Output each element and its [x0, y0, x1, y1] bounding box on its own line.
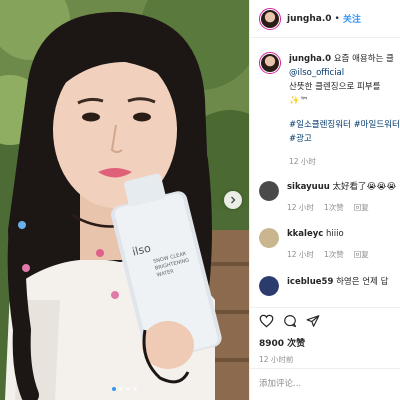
caption-username[interactable]: jungha.0: [289, 54, 331, 64]
comments-section: jungha.0 요즘 애용하는 클 @ilso_official 산뜻한 클렌…: [250, 52, 400, 169]
carousel-indicator: [0, 387, 249, 391]
commenter-avatar[interactable]: [259, 181, 279, 201]
commenter-avatar[interactable]: [259, 228, 279, 248]
comment-reply-button[interactable]: 回复: [354, 248, 369, 261]
comment-time: 12 小时: [287, 203, 314, 212]
like-count[interactable]: 8900 次赞: [259, 336, 391, 349]
comment-item: kkaleyc hiiio 12 小时 1次赞 回复: [259, 228, 369, 261]
commenter-avatar[interactable]: [259, 276, 279, 296]
comment-item: iceblue59 하영은 언제 답: [259, 276, 388, 296]
next-photo-button[interactable]: [224, 191, 242, 209]
chevron-right-icon: [231, 196, 236, 204]
post-header: jungha.0 • 关注: [250, 0, 400, 38]
caption-line-2: 산뜻한 클렌징으로 피부를: [289, 82, 381, 92]
photo-illustration: ilso SNOW CLEAR BRIGHTENING WATER: [0, 0, 249, 400]
commenter-username[interactable]: sikayuuu: [287, 182, 330, 192]
add-comment-input[interactable]: 添加评论...: [250, 368, 400, 397]
follow-button[interactable]: 关注: [343, 12, 361, 25]
caption-mention[interactable]: @ilso_official: [289, 66, 400, 80]
caption-hashtags[interactable]: #일소클렌징워터 #마일드워터 #광고: [289, 118, 400, 146]
carousel-dot: [133, 387, 137, 391]
comment-text: hiiio: [326, 229, 344, 239]
carousel-dot: [119, 387, 123, 391]
caption-avatar[interactable]: [259, 52, 281, 74]
author-username[interactable]: jungha.0: [287, 14, 332, 24]
post-photo[interactable]: ilso SNOW CLEAR BRIGHTENING WATER: [0, 0, 249, 400]
header-separator: •: [334, 13, 340, 24]
comment-likes[interactable]: 1次赞: [324, 248, 344, 261]
carousel-dot-active: [112, 387, 116, 391]
commenter-username[interactable]: kkaleyc: [287, 229, 323, 239]
caption-emoji: ✨™: [289, 96, 309, 106]
carousel-dot: [126, 387, 130, 391]
commenter-username[interactable]: iceblue59: [287, 277, 333, 287]
author-avatar[interactable]: [259, 7, 281, 30]
post-date: 12 小时前: [259, 355, 294, 364]
comment-icon[interactable]: [283, 314, 297, 328]
post-sidebar: jungha.0 • 关注 jungha.0 요즘 애용하는 클 @ilso_o…: [249, 0, 400, 400]
post-caption: jungha.0 요즘 애용하는 클 @ilso_official 산뜻한 클렌…: [250, 52, 400, 169]
instagram-post: ilso SNOW CLEAR BRIGHTENING WATER jungha…: [0, 0, 400, 400]
action-icons: [259, 312, 391, 329]
comment-item: sikayuuu 太好看了😭😭😭 12 小时 1次赞 回复: [259, 181, 396, 214]
comment-likes[interactable]: 1次赞: [324, 201, 344, 214]
heart-icon[interactable]: [259, 314, 274, 328]
comment-reply-button[interactable]: 回复: [354, 201, 369, 214]
caption-time: 12 小时: [289, 157, 316, 166]
post-actions: 8900 次赞 12 小时前: [250, 307, 400, 365]
comment-text: 하영은 언제 답: [336, 277, 389, 287]
share-icon[interactable]: [306, 314, 320, 328]
caption-text: jungha.0 요즘 애용하는 클 @ilso_official 산뜻한 클렌…: [289, 52, 400, 169]
comment-text: 太好看了😭😭😭: [332, 182, 397, 192]
comment-time: 12 小时: [287, 250, 314, 259]
caption-line-1: 요즘 애용하는 클: [333, 54, 394, 64]
